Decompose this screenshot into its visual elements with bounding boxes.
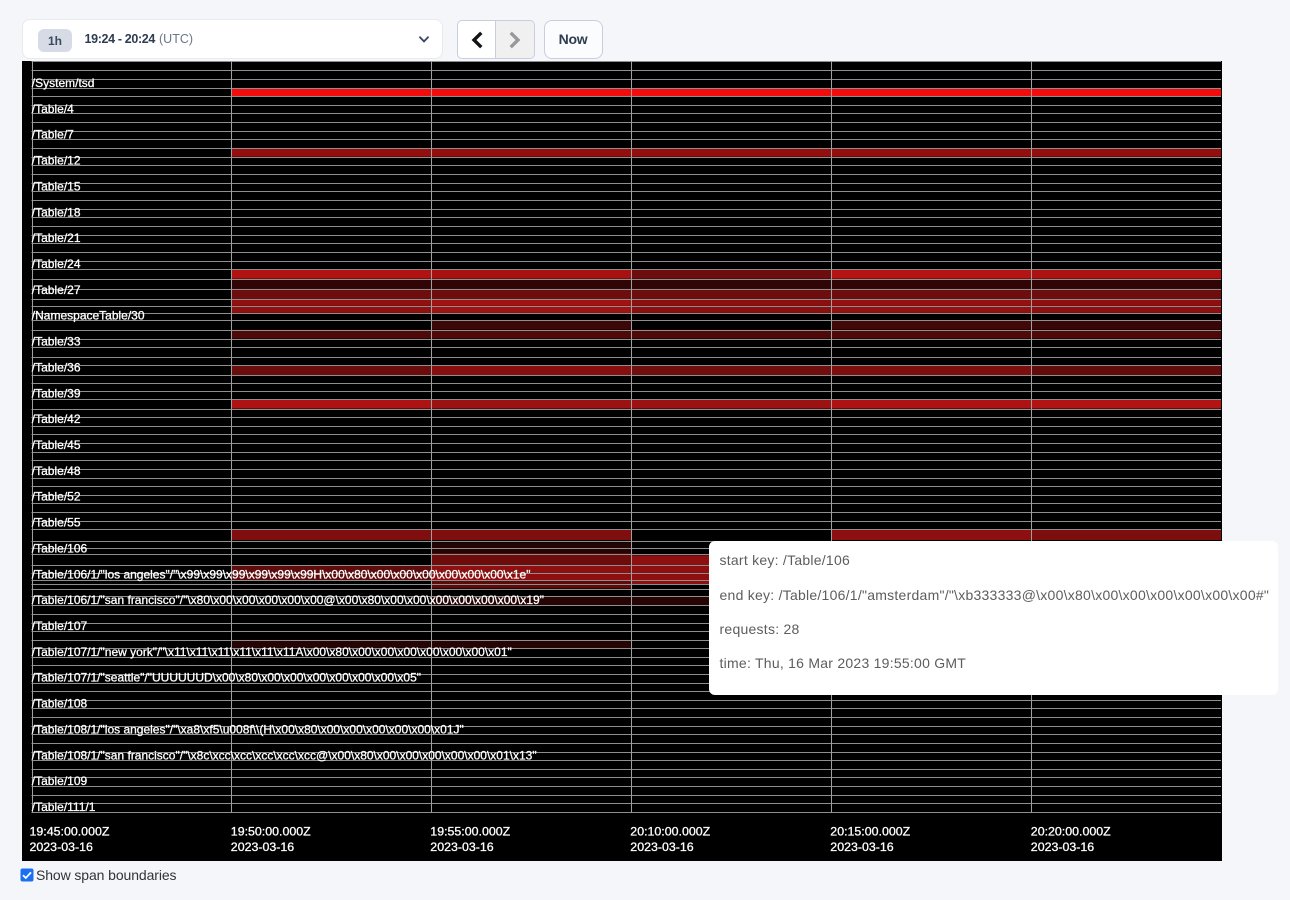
svg-text:/Table/108/1/"san francisco"/": /Table/108/1/"san francisco"/"\x8c\xcc\x…: [32, 748, 537, 762]
svg-text:2023-03-16: 2023-03-16: [30, 840, 93, 854]
svg-text:19:45:00.000Z: 19:45:00.000Z: [30, 825, 110, 839]
svg-text:2023-03-16: 2023-03-16: [1031, 840, 1094, 854]
svg-text:/Table/109: /Table/109: [32, 774, 88, 788]
svg-text:20:15:00.000Z: 20:15:00.000Z: [830, 825, 910, 839]
svg-text:/Table/12: /Table/12: [32, 154, 81, 168]
svg-text:/Table/15: /Table/15: [32, 179, 81, 193]
svg-text:/Table/107/1/"new york"/"\x11\: /Table/107/1/"new york"/"\x11\x11\x11\x1…: [32, 645, 512, 659]
svg-text:/Table/106/1/"san francisco"/": /Table/106/1/"san francisco"/"\x80\x00\x…: [32, 593, 544, 607]
svg-text:2023-03-16: 2023-03-16: [430, 840, 493, 854]
svg-text:19:55:00.000Z: 19:55:00.000Z: [430, 825, 510, 839]
svg-text:/Table/24: /Table/24: [32, 257, 81, 271]
svg-text:/Table/106: /Table/106: [32, 541, 88, 555]
svg-text:/Table/33: /Table/33: [32, 335, 81, 349]
svg-text:2023-03-16: 2023-03-16: [630, 840, 693, 854]
svg-text:/System/tsd: /System/tsd: [32, 76, 95, 90]
svg-text:2023-03-16: 2023-03-16: [231, 840, 294, 854]
svg-text:/Table/21: /Table/21: [32, 231, 81, 245]
svg-text:20:10:00.000Z: 20:10:00.000Z: [630, 825, 710, 839]
svg-text:/Table/39: /Table/39: [32, 386, 81, 400]
svg-text:/Table/48: /Table/48: [32, 464, 81, 478]
svg-text:19:50:00.000Z: 19:50:00.000Z: [231, 825, 311, 839]
svg-text:/Table/107/1/"seattle"/"UUUUUU: /Table/107/1/"seattle"/"UUUUUUD\x00\x80\…: [32, 671, 421, 685]
svg-text:/Table/36: /Table/36: [32, 360, 81, 374]
svg-text:/Table/7: /Table/7: [32, 128, 74, 142]
svg-text:/Table/108/1/"los angeles"/"\x: /Table/108/1/"los angeles"/"\xa8\xf5\u00…: [32, 722, 464, 736]
svg-text:/Table/52: /Table/52: [32, 490, 81, 504]
svg-text:/Table/4: /Table/4: [32, 102, 74, 116]
svg-text:/Table/111/1: /Table/111/1: [32, 800, 96, 814]
svg-text:2023-03-16: 2023-03-16: [830, 840, 893, 854]
svg-text:/Table/27: /Table/27: [32, 283, 81, 297]
svg-text:/Table/45: /Table/45: [32, 438, 81, 452]
svg-text:/Table/107: /Table/107: [32, 619, 88, 633]
svg-text:/Table/42: /Table/42: [32, 412, 81, 426]
svg-text:/Table/106/1/"los angeles"/"\x: /Table/106/1/"los angeles"/"\x99\x99\x99…: [32, 567, 531, 581]
svg-text:/NamespaceTable/30: /NamespaceTable/30: [32, 309, 145, 323]
svg-text:/Table/18: /Table/18: [32, 205, 81, 219]
svg-text:/Table/108: /Table/108: [32, 697, 88, 711]
svg-text:20:20:00.000Z: 20:20:00.000Z: [1031, 825, 1111, 839]
svg-text:/Table/55: /Table/55: [32, 516, 81, 530]
